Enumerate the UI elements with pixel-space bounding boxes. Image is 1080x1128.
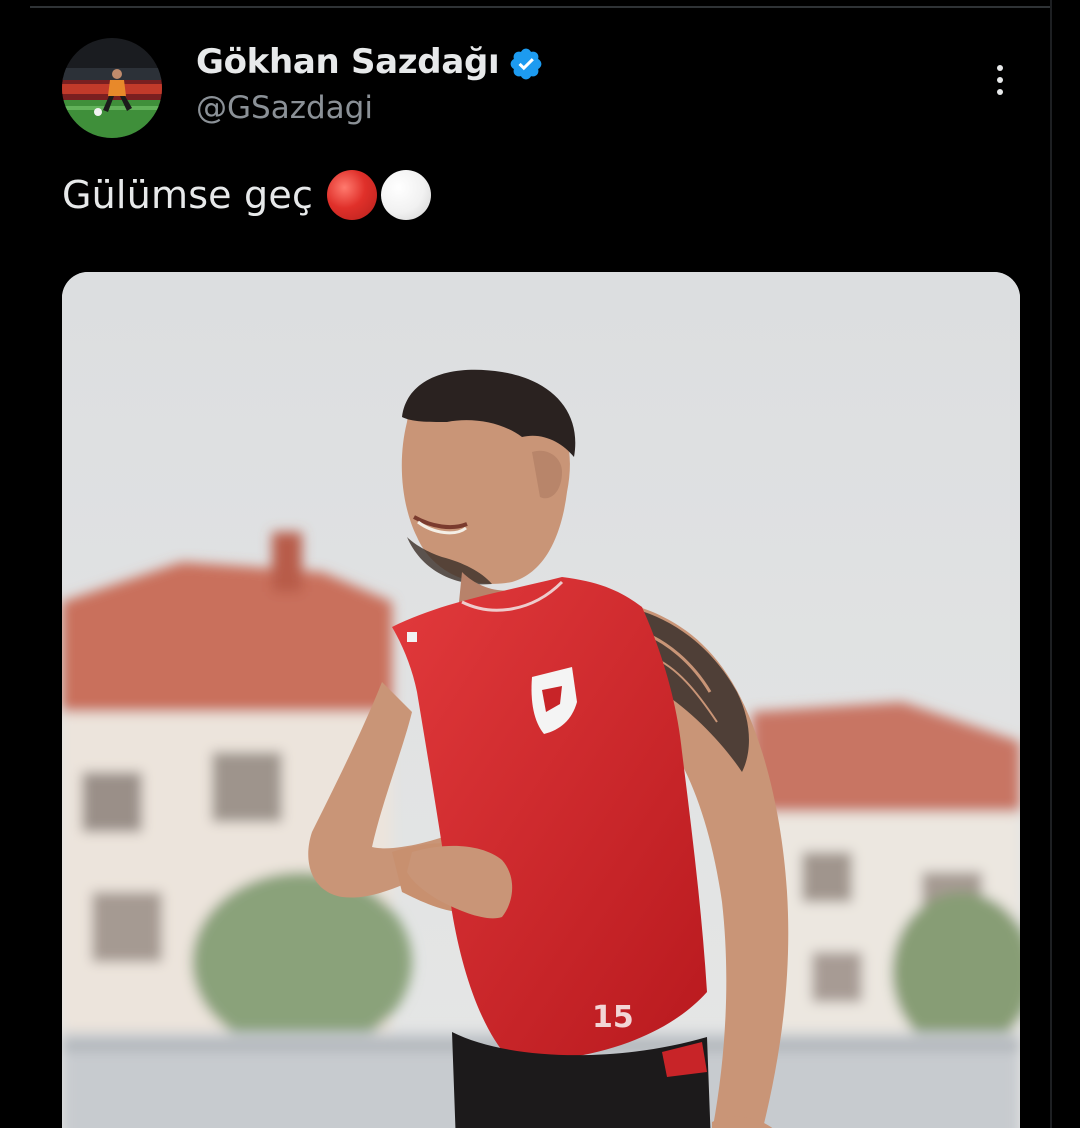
more-vertical-icon-dot: [997, 89, 1003, 95]
white-circle-icon: [381, 170, 432, 220]
divider: [1050, 0, 1052, 1128]
tweet-photo[interactable]: 15: [62, 272, 1020, 1128]
tweet-body: Gülümse geç: [62, 173, 314, 217]
player-photo: 15: [62, 272, 1020, 1128]
more-vertical-icon: [997, 65, 1003, 71]
avatar-image: [62, 38, 162, 138]
more-options-button[interactable]: [980, 58, 1020, 102]
tweet-card: Gökhan Sazdağı @GSazdagi Gülümse geç 15: [0, 0, 1080, 1128]
author-handle[interactable]: @GSazdagi: [196, 90, 373, 126]
more-vertical-icon-dot: [997, 77, 1003, 83]
divider: [30, 6, 1050, 8]
verified-badge-icon: [510, 48, 542, 80]
author-display-name[interactable]: Gökhan Sazdağı: [196, 42, 500, 82]
tweet-text: Gülümse geç: [62, 170, 432, 220]
avatar[interactable]: [62, 38, 162, 138]
jersey-number: 15: [592, 1000, 634, 1035]
red-circle-icon: [327, 170, 378, 220]
